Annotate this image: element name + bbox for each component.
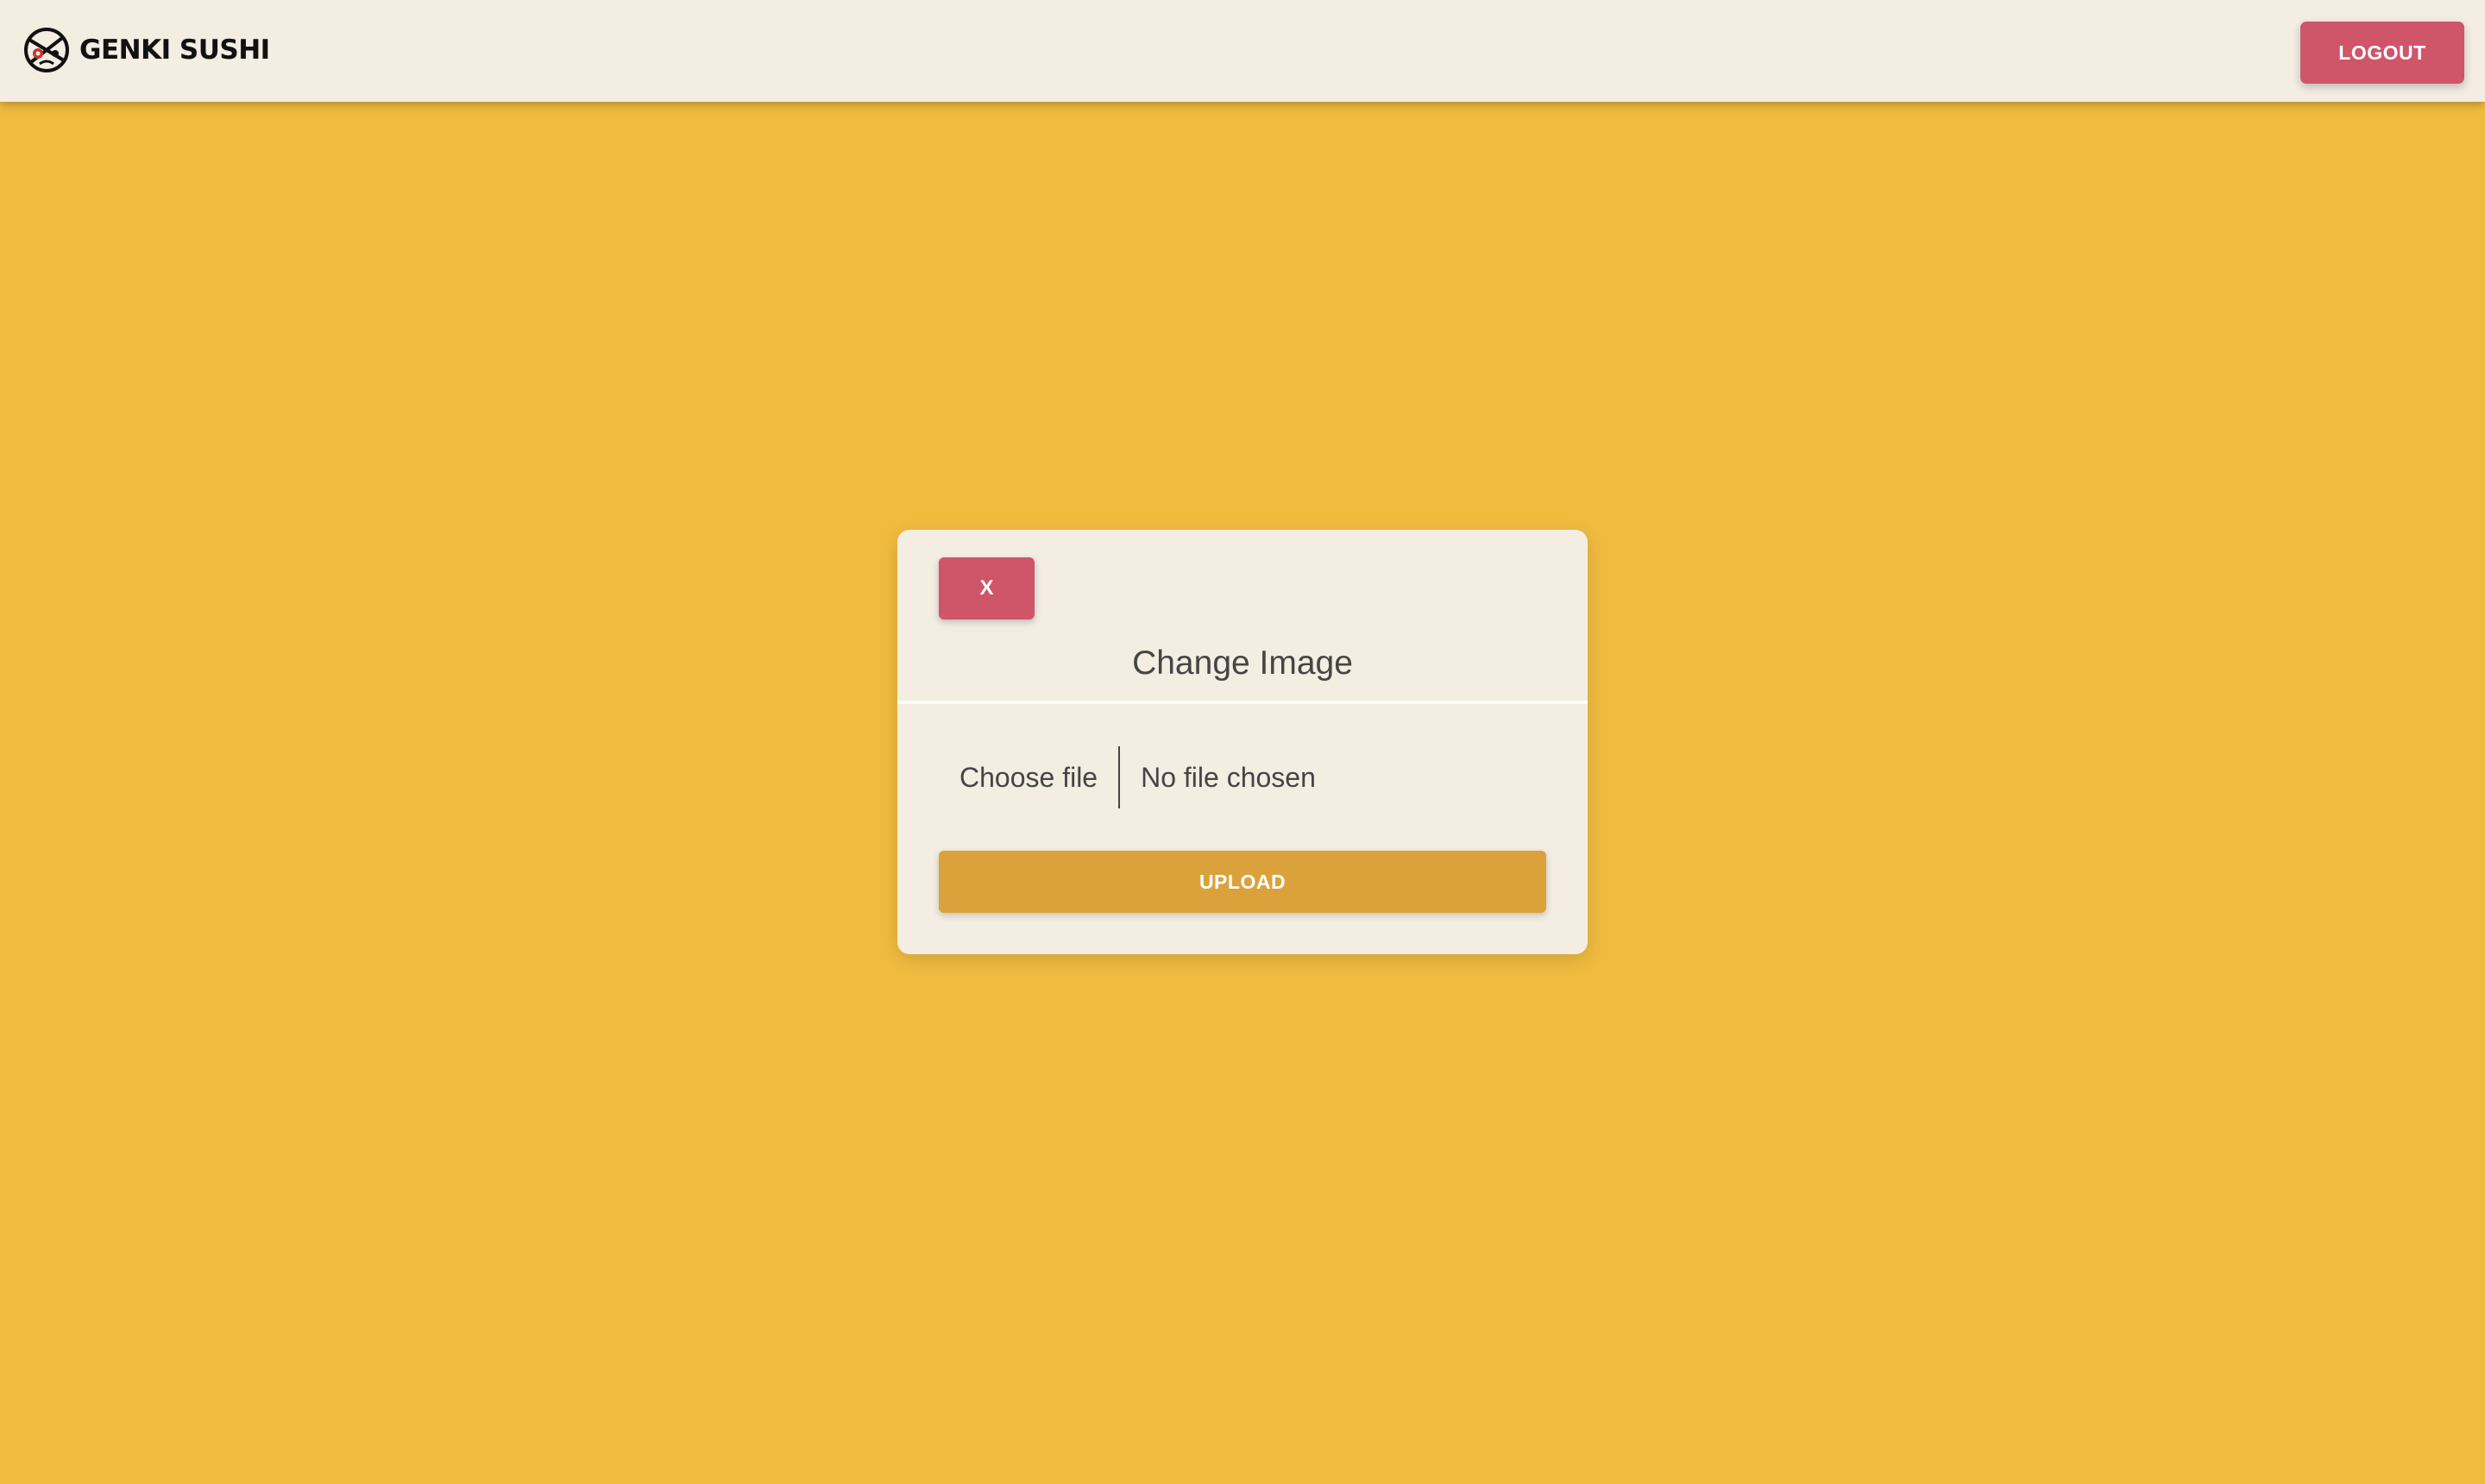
close-dialog-button[interactable]: X xyxy=(939,557,1035,619)
dialog-title: Change Image xyxy=(1132,645,1353,682)
brand-name: GENKI SUSHI xyxy=(79,35,270,66)
file-input[interactable]: Choose file No file chosen xyxy=(959,746,1316,808)
choose-file-button[interactable]: Choose file xyxy=(959,746,1121,808)
upload-button[interactable]: UPLOAD xyxy=(939,851,1546,913)
dialog-divider xyxy=(897,701,1588,704)
change-image-dialog: X Change Image Choose file No file chose… xyxy=(897,530,1588,954)
logout-button[interactable]: LOGOUT xyxy=(2300,22,2464,84)
file-status-text: No file chosen xyxy=(1141,761,1316,793)
top-navigation-bar: GENKI SUSHI LOGOUT xyxy=(0,0,2485,102)
brand[interactable]: GENKI SUSHI xyxy=(22,26,270,74)
genki-sushi-logo-icon xyxy=(24,28,69,72)
